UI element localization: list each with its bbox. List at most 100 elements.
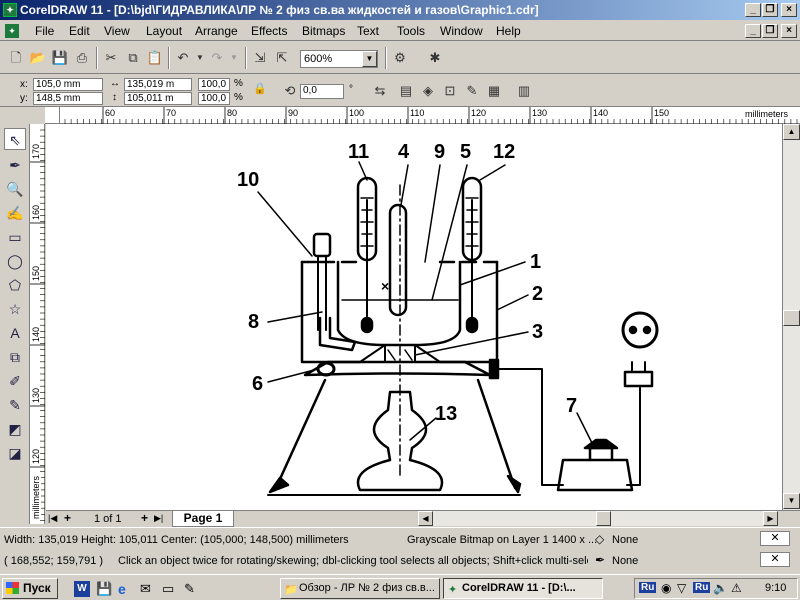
close-button[interactable]: × xyxy=(781,3,797,17)
scroll-left-icon[interactable]: ◀ xyxy=(418,511,433,526)
outline-tool-icon[interactable]: ✎ xyxy=(4,394,26,416)
zoom-dropdown-icon[interactable]: ▼ xyxy=(362,51,377,67)
scroll-right-icon[interactable]: ▶ xyxy=(763,511,778,526)
menu-help[interactable]: Help xyxy=(496,24,521,38)
color-mask-icon[interactable]: ▦ xyxy=(484,81,504,101)
application-launcher-icon[interactable]: ⚙ xyxy=(390,48,410,68)
last-page-icon[interactable]: ▶| xyxy=(154,513,163,524)
interactive-fill-tool-icon[interactable]: ◪ xyxy=(4,442,26,464)
menu-tools[interactable]: Tools xyxy=(397,24,425,38)
menu-effects[interactable]: Effects xyxy=(251,24,287,38)
desktop-icon[interactable]: ▭ xyxy=(162,581,178,597)
interactive-blend-tool-icon[interactable]: ⧉ xyxy=(4,346,26,368)
freehand-tool-icon[interactable]: ✍ xyxy=(4,202,26,224)
fill-tool-icon[interactable]: ◩ xyxy=(4,418,26,440)
taskbar-button-explorer[interactable]: Обзор - ЛР № 2 физ св.в... xyxy=(280,578,440,599)
network-icon[interactable]: ⚠ xyxy=(731,581,742,595)
tray-icon[interactable]: ◉ xyxy=(661,581,671,595)
doc-minimize-button[interactable]: _ xyxy=(745,24,761,38)
taskbar-button-coreldraw[interactable]: CorelDRAW 11 - [D:\... xyxy=(443,578,603,599)
menu-edit[interactable]: Edit xyxy=(69,24,90,38)
horizontal-ruler[interactable]: 60 70 80 90 100 110 120 130 140 150 millimeters xyxy=(45,107,800,124)
tray-icon[interactable]: ▽ xyxy=(677,581,686,595)
language-indicator-ru[interactable]: Ru xyxy=(639,582,657,593)
menu-text[interactable]: Text xyxy=(357,24,379,38)
add-page-before-icon[interactable]: + xyxy=(64,511,71,525)
outlook-icon[interactable]: ✉ xyxy=(140,581,156,597)
drawing-canvas[interactable]: × 11 4 9 5 12 10 1 2 8 3 6 7 13 xyxy=(46,124,782,510)
separator xyxy=(168,47,170,69)
speaker-icon[interactable]: 🔈 xyxy=(713,581,728,595)
mirror-icon[interactable]: ⇆ xyxy=(370,81,390,101)
corel-online-icon[interactable]: ✱ xyxy=(425,48,445,68)
edit-bitmap-icon[interactable]: ✎ xyxy=(462,81,482,101)
shape-tool-icon[interactable]: ✒ xyxy=(4,154,26,176)
add-page-after-icon[interactable]: + xyxy=(141,511,148,525)
scale-x-field[interactable]: 100,0 xyxy=(198,78,230,91)
minimize-button[interactable]: _ xyxy=(745,3,761,17)
new-file-icon[interactable]: 🗋 xyxy=(6,48,26,68)
save-icon[interactable]: 💾 xyxy=(50,48,70,68)
wrap-text-icon[interactable]: ▤ xyxy=(396,81,416,101)
rotation-angle-field[interactable]: 0,0 xyxy=(300,84,344,99)
lock-ratio-icon[interactable]: 🔒 xyxy=(250,79,270,99)
menu-bitmaps[interactable]: Bitmaps xyxy=(302,24,345,38)
coreldraw-app-icon[interactable]: ✦ xyxy=(3,3,17,17)
outline-swatch-none[interactable]: ✕ xyxy=(760,552,790,567)
menu-window[interactable]: Window xyxy=(440,24,483,38)
vertical-scrollbar[interactable]: ▲ ▼ xyxy=(782,124,800,510)
word-icon[interactable]: W xyxy=(74,581,90,597)
pick-tool-icon[interactable]: ⇖ xyxy=(4,128,26,150)
export-icon[interactable]: ⇱ xyxy=(272,48,292,68)
copy-icon[interactable]: ⧉ xyxy=(123,48,143,68)
vertical-ruler-units-label: millimeters xyxy=(31,476,41,520)
open-file-icon[interactable]: 📂 xyxy=(28,48,48,68)
maximize-button[interactable]: ❐ xyxy=(762,3,778,17)
height-field[interactable]: 105,011 m xyxy=(124,92,192,105)
quick-launch-icon[interactable]: ✎ xyxy=(184,581,200,597)
menu-layout[interactable]: Layout xyxy=(146,24,182,38)
basic-shapes-tool-icon[interactable]: ☆ xyxy=(4,298,26,320)
print-icon[interactable]: ⎙ xyxy=(72,48,92,68)
menu-view[interactable]: View xyxy=(104,24,130,38)
x-position-field[interactable]: 105,0 mm xyxy=(33,78,103,91)
trace-bitmap-icon[interactable]: ◈ xyxy=(418,81,438,101)
first-page-icon[interactable]: |◀ xyxy=(48,513,57,524)
scale-y-field[interactable]: 100,0 xyxy=(198,92,230,105)
redo-dropdown-icon[interactable]: ▼ xyxy=(224,48,244,68)
polygon-tool-icon[interactable]: ⬠ xyxy=(4,274,26,296)
cut-icon[interactable]: ✂ xyxy=(101,48,121,68)
page-tab[interactable]: Page 1 xyxy=(172,511,234,527)
doc-close-button[interactable]: × xyxy=(781,24,797,38)
scroll-down-icon[interactable]: ▼ xyxy=(783,493,800,509)
eyedropper-tool-icon[interactable]: ✐ xyxy=(4,370,26,392)
doc-restore-button[interactable]: ❐ xyxy=(762,24,778,38)
separator xyxy=(245,47,247,69)
crop-bitmap-icon[interactable]: ⊡ xyxy=(440,81,460,101)
zoom-tool-icon[interactable]: 🔍 xyxy=(4,178,26,200)
label-13: 13 xyxy=(435,403,457,425)
document-icon[interactable]: ✦ xyxy=(5,24,19,38)
vertical-scroll-thumb[interactable] xyxy=(783,310,800,326)
menu-arrange[interactable]: Arrange xyxy=(195,24,238,38)
horizontal-scroll-thumb[interactable] xyxy=(596,511,611,526)
disk-icon[interactable]: 💾 xyxy=(96,581,112,597)
vertical-ruler[interactable]: 170 160 150 140 130 120 millimeters xyxy=(30,124,45,524)
import-icon[interactable]: ⇲ xyxy=(250,48,270,68)
text-tool-icon[interactable]: A xyxy=(4,322,26,344)
internet-explorer-icon[interactable]: e xyxy=(118,581,134,597)
paste-icon[interactable]: 📋 xyxy=(145,48,165,68)
apparatus-drawing[interactable]: × 11 4 9 5 12 10 1 2 8 3 6 7 13 xyxy=(46,124,782,510)
menu-file[interactable]: File xyxy=(35,24,54,38)
ellipse-tool-icon[interactable]: ◯ xyxy=(4,250,26,272)
ruler-label: 70 xyxy=(166,108,176,118)
to-front-icon[interactable]: ▥ xyxy=(514,81,534,101)
y-position-field[interactable]: 148,5 mm xyxy=(33,92,103,105)
svg-text:×: × xyxy=(381,278,389,294)
rectangle-tool-icon[interactable]: ▭ xyxy=(4,226,26,248)
fill-swatch-none[interactable]: ✕ xyxy=(760,531,790,546)
language-indicator-ru-2[interactable]: Ru xyxy=(693,582,711,593)
width-field[interactable]: 135,019 m xyxy=(124,78,192,91)
ruler-origin-icon[interactable] xyxy=(45,107,60,124)
scroll-up-icon[interactable]: ▲ xyxy=(783,124,800,140)
